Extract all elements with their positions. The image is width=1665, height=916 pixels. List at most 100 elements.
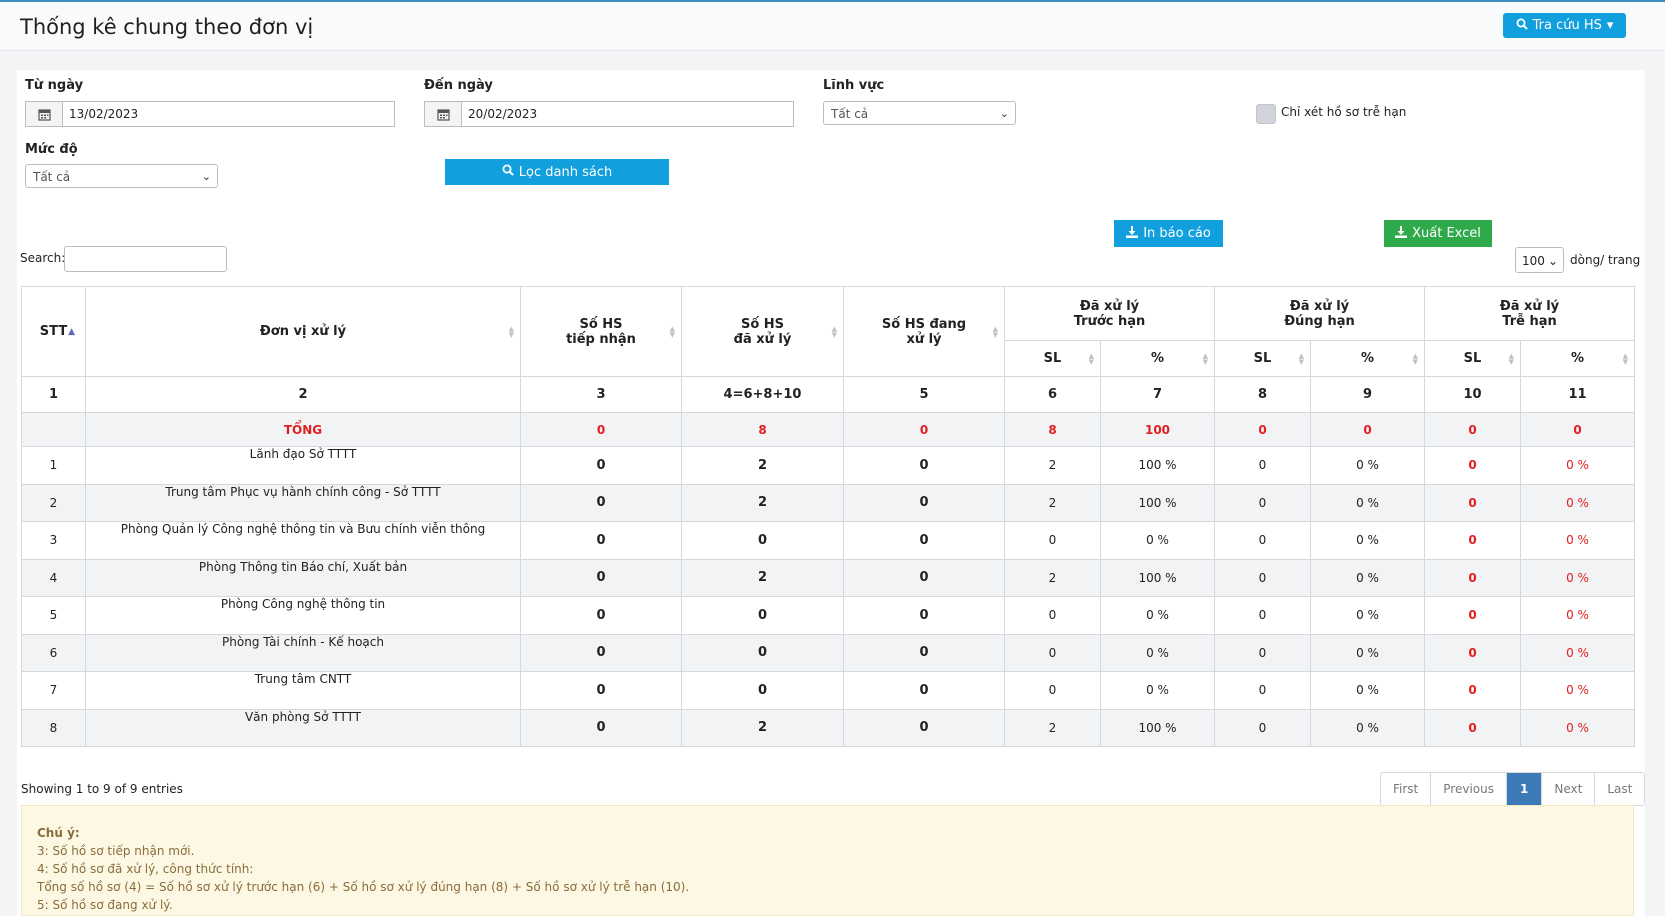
early-pct-cell: 100 %	[1100, 708, 1215, 747]
header-processing[interactable]: Số HS đang xử lý ▲ ▼	[843, 286, 1005, 377]
field-select[interactable]: Tất cả ⌄	[823, 101, 1016, 125]
processed-cell: 2	[681, 558, 844, 597]
processed-cell: 0	[681, 596, 844, 635]
pager-last[interactable]: Last	[1595, 773, 1645, 805]
total-cell: 8	[1004, 412, 1101, 447]
header-pct-label: %	[1570, 351, 1585, 366]
table-row[interactable]: 2 Trung tâm Phục vụ hành chính công - Sở …	[21, 483, 1636, 522]
page-size-select[interactable]: 100 ⌄	[1515, 247, 1564, 273]
stt-cell: 3	[21, 521, 86, 560]
index-cell: 2	[85, 376, 521, 413]
search-input[interactable]	[64, 246, 227, 272]
late-sl-cell: 0	[1424, 633, 1521, 672]
header-early-pct[interactable]: % ▲ ▼	[1100, 340, 1215, 377]
index-cell: 3	[520, 376, 682, 413]
header-received[interactable]: Số HS tiếp nhận ▲ ▼	[520, 286, 682, 377]
index-cell: 11	[1519, 376, 1636, 413]
ontime-pct-cell: 0 %	[1310, 558, 1425, 597]
early-pct-cell: 100 %	[1100, 446, 1215, 485]
late-pct-cell: 0 %	[1519, 596, 1636, 635]
ontime-sl-cell: 0	[1214, 483, 1311, 522]
calendar-icon[interactable]	[425, 102, 462, 126]
page-header: Thống kê chung theo đơn vị Tra cứu HS ▾	[0, 2, 1665, 51]
unit-cell: Phòng Công nghệ thông tin	[85, 596, 521, 635]
note-line: Tổng số hồ sơ (4) = Số hồ sơ xử lý trước…	[37, 880, 690, 894]
early-sl-cell: 0	[1004, 633, 1101, 672]
level-select[interactable]: Tất cả ⌄	[25, 164, 218, 188]
header-stt[interactable]: STT ▲	[21, 286, 86, 377]
ontime-pct-cell: 0 %	[1310, 708, 1425, 747]
search-icon	[502, 164, 514, 180]
table-row[interactable]: 7 Trung tâm CNTT 0 0 0 0 0 % 0 0 % 0 0 %	[21, 671, 1636, 710]
print-report-button[interactable]: In báo cáo	[1114, 220, 1223, 247]
pager-previous[interactable]: Previous	[1431, 773, 1507, 805]
late-pct-cell: 0 %	[1519, 633, 1636, 672]
print-report-label: In báo cáo	[1143, 226, 1211, 241]
level-label: Mức độ	[25, 142, 78, 157]
ontime-sl-cell: 0	[1214, 521, 1311, 560]
ontime-pct-cell: 0 %	[1310, 671, 1425, 710]
filter-button-label: Lọc danh sách	[518, 164, 613, 180]
late-sl-cell: 0	[1424, 596, 1521, 635]
late-pct-cell: 0 %	[1519, 446, 1636, 485]
header-unit-label: Đơn vị xử lý	[259, 324, 347, 339]
pager-first[interactable]: First	[1381, 773, 1432, 805]
page-size-label: dòng/ trang	[1570, 253, 1641, 267]
received-cell: 0	[520, 558, 682, 597]
late-only-checkbox[interactable]	[1256, 104, 1276, 124]
table-row[interactable]: 8 Văn phòng Sở TTTT 0 2 0 2 100 % 0 0 % 0 0 %	[21, 708, 1636, 747]
table-row[interactable]: 4 Phòng Thông tin Báo chí, Xuất bản 0 2 0 2 10…	[21, 558, 1636, 597]
processed-cell: 0	[681, 633, 844, 672]
table-row[interactable]: 1 Lãnh đạo Sở TTTT 0 2 0 2 100 % 0 0 % 0 0 %	[21, 446, 1636, 485]
ontime-sl-cell: 0	[1214, 633, 1311, 672]
early-sl-cell: 0	[1004, 521, 1101, 560]
table-row[interactable]: 6 Phòng Tài chính - Kế hoạch 0 0 0 0 0 % 0 0 % 0 0…	[21, 633, 1636, 672]
header-late-sl[interactable]: SL ▲ ▼	[1424, 340, 1521, 377]
late-sl-cell: 0	[1424, 708, 1521, 747]
to-date-field[interactable]: 20/02/2023	[424, 101, 794, 127]
early-pct-cell: 0 %	[1100, 521, 1215, 560]
to-date-value: 20/02/2023	[468, 107, 538, 121]
header-ontime-sl[interactable]: SL ▲ ▼	[1214, 340, 1311, 377]
sort-icon: ▲ ▼	[669, 324, 675, 339]
ontime-pct-cell: 0 %	[1310, 483, 1425, 522]
header-ontime-line1: Đã xử lý	[1289, 298, 1350, 314]
received-cell: 0	[520, 596, 682, 635]
header-unit[interactable]: Đơn vị xử lý ▲ ▼	[85, 286, 521, 377]
filter-button[interactable]: Lọc danh sách	[445, 159, 669, 185]
pager-next[interactable]: Next	[1542, 773, 1596, 805]
ontime-pct-cell: 0 %	[1310, 596, 1425, 635]
sort-icon: ▲ ▼	[1298, 351, 1304, 366]
total-cell: 0	[1519, 412, 1636, 447]
late-pct-cell: 0 %	[1519, 483, 1636, 522]
sort-icon: ▲ ▼	[1508, 351, 1514, 366]
early-pct-cell: 100 %	[1100, 483, 1215, 522]
from-date-field[interactable]: 13/02/2023	[25, 101, 395, 127]
unit-cell: Phòng Thông tin Báo chí, Xuất bản	[85, 558, 521, 597]
calendar-icon[interactable]	[26, 102, 63, 126]
header-processed[interactable]: Số HS đã xử lý ▲ ▼	[681, 286, 844, 377]
received-cell: 0	[520, 521, 682, 560]
note-box: Chú ý: 3: Số hồ sơ tiếp nhận mới. 4: Số …	[21, 805, 1634, 916]
table-row[interactable]: 3 Phòng Quản lý Công nghệ thông tin và Bư…	[21, 521, 1636, 560]
from-date-value: 13/02/2023	[69, 107, 139, 121]
header-early-sl[interactable]: SL ▲ ▼	[1004, 340, 1101, 377]
stt-cell: 8	[21, 708, 86, 747]
late-sl-cell: 0	[1424, 483, 1521, 522]
total-row: TỔNG 0 8 0 8 100 0 0 0 0	[21, 412, 1636, 447]
processing-cell: 0	[843, 483, 1005, 522]
lookup-dropdown-button[interactable]: Tra cứu HS ▾	[1503, 13, 1626, 38]
page-size-value: 100	[1522, 254, 1545, 268]
header-ontime-pct[interactable]: % ▲ ▼	[1310, 340, 1425, 377]
late-sl-cell: 0	[1424, 671, 1521, 710]
early-sl-cell: 2	[1004, 446, 1101, 485]
header-late-pct[interactable]: % ▲ ▼	[1519, 340, 1636, 377]
header-late-line2: Trễ hạn	[1502, 313, 1557, 329]
late-sl-cell: 0	[1424, 558, 1521, 597]
pager-page-1[interactable]: 1	[1506, 773, 1543, 805]
export-excel-button[interactable]: Xuất Excel	[1384, 220, 1492, 247]
table-row[interactable]: 5 Phòng Công nghệ thông tin 0 0 0 0 0 % 0 0 % 0 0 …	[21, 596, 1636, 635]
note-line: 3: Số hồ sơ tiếp nhận mới.	[37, 844, 195, 858]
header-received-line1: Số HS	[579, 316, 623, 332]
processing-cell: 0	[843, 596, 1005, 635]
